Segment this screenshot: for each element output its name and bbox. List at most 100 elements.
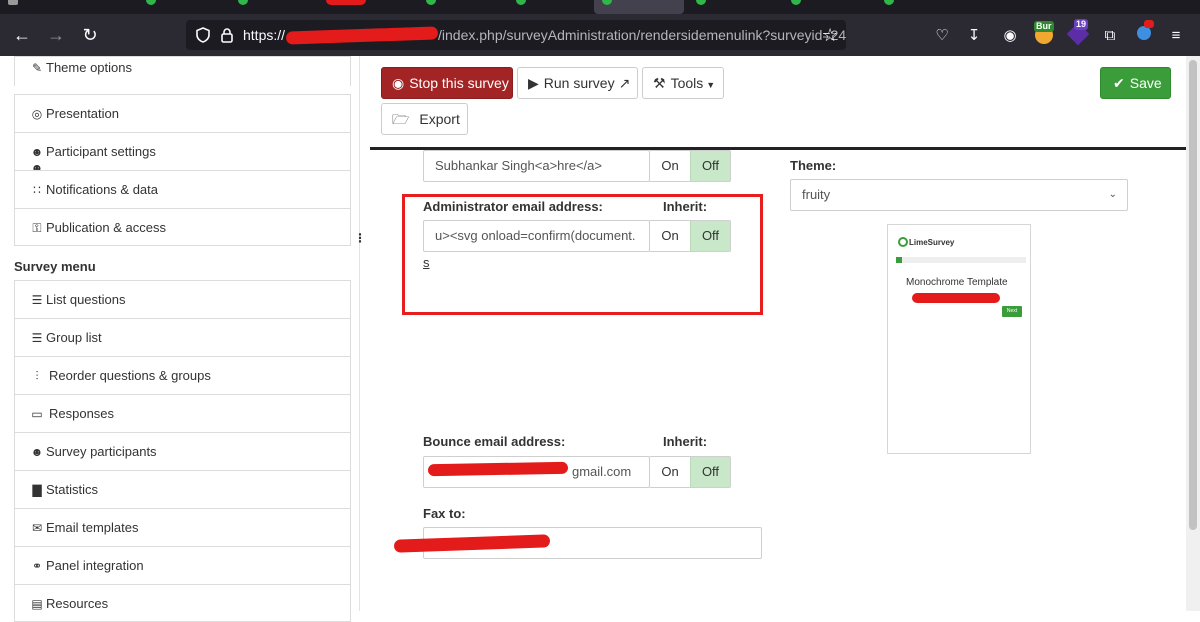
browser-tab[interactable] (2, 0, 26, 14)
main-content: ◉ Stop this survey ▶ Run survey ↗ ⚒ Tools ▼ 🗁… (362, 56, 1200, 611)
theme-preview-name: Monochrome Template (906, 277, 1008, 288)
toggle-on-option[interactable]: On (650, 151, 690, 181)
sidebar-item-label: Responses (49, 406, 115, 421)
menu-icon[interactable]: ≡ (1166, 26, 1186, 46)
browser-tab-active[interactable] (594, 0, 684, 14)
browser-tab[interactable] (320, 0, 372, 14)
sidebar-item-label: Presentation (46, 106, 119, 121)
sidebar-item-label: Email templates (46, 520, 139, 535)
toggle-off-option[interactable]: Off (690, 221, 730, 251)
url-bar[interactable]: https:// /index.php/surveyAdministration… (186, 20, 846, 50)
tab-favicon-icon (884, 0, 894, 5)
redaction-mark (427, 461, 569, 477)
browser-tab[interactable] (690, 0, 770, 14)
user-icon: ☻ (30, 445, 44, 459)
download-icon[interactable]: ↧ (964, 26, 984, 46)
url-path: /index.php/surveyAdministration/rendersi… (438, 27, 847, 43)
run-survey-button[interactable]: ▶ Run survey ↗ (517, 67, 638, 99)
sidebar-item-publication-access[interactable]: ⚿ Publication & access (14, 208, 351, 246)
shield-icon[interactable] (194, 26, 212, 44)
back-icon[interactable]: ← (10, 23, 34, 47)
comment-icon: ▭ (31, 407, 43, 421)
browser-tab[interactable] (420, 0, 500, 14)
sidebar-item-label: Panel integration (46, 558, 144, 573)
stop-survey-label: Stop this survey (409, 75, 509, 91)
file-icon: ▤ (31, 597, 43, 611)
stop-survey-button[interactable]: ◉ Stop this survey (381, 67, 513, 99)
sidebar-item-presentation[interactable]: ◎ Presentation (14, 94, 351, 132)
admin-name-input[interactable]: Subhankar Singh<a>hre</a> (423, 150, 650, 182)
users-icon: ☻☻ (30, 145, 44, 175)
pocket-icon[interactable]: ♡ (932, 26, 952, 46)
chevron-down-icon: ⌄ (1108, 189, 1117, 200)
scrollbar-thumb[interactable] (1189, 60, 1197, 530)
account-icon[interactable]: ◉ (1000, 26, 1020, 46)
theme-preview-brand: LimeSurvey (909, 238, 955, 247)
sidebar-item-participant-settings[interactable]: ☻☻ Participant settings (14, 132, 351, 175)
admin-name-inherit-toggle[interactable]: On Off (649, 150, 731, 182)
theme-select-value: fruity (802, 187, 831, 202)
sidebar-item-survey-participants[interactable]: ☻ Survey participants (14, 432, 351, 470)
browser-tab[interactable] (510, 0, 590, 14)
page-scrollbar[interactable] (1186, 56, 1200, 611)
envelope-icon: ✉ (31, 521, 43, 535)
window-controls[interactable] (1130, 0, 1190, 14)
admin-email-overflow-text: s (423, 255, 430, 270)
sidebar-item-list-questions[interactable]: ☰ List questions (14, 280, 351, 318)
burp-extension-icon[interactable]: Bur (1034, 21, 1054, 46)
theme-select[interactable]: fruity ⌄ (790, 179, 1128, 211)
bar-chart-icon: ▇ (32, 483, 42, 497)
lime-icon (898, 237, 908, 247)
lock-icon[interactable] (218, 26, 236, 44)
sidebar-item-label: Statistics (46, 482, 99, 497)
toggle-off-option[interactable]: Off (690, 457, 730, 487)
toggle-off-option[interactable]: Off (690, 151, 730, 181)
export-label: Export (419, 111, 460, 127)
sidebar-item-notifications-data[interactable]: ∷ Notifications & data (14, 170, 351, 208)
bounce-email-inherit-toggle[interactable]: On Off (649, 456, 731, 488)
play-icon: ▶ (528, 75, 539, 91)
sidebar-item-panel-integration[interactable]: ⚭ Panel integration (14, 546, 351, 584)
browser-tab[interactable] (140, 0, 220, 14)
sidebar-item-reorder-questions-groups[interactable]: ⫶ Reorder questions & groups (14, 356, 351, 394)
run-survey-label: Run survey (543, 75, 615, 91)
redaction-mark (285, 26, 439, 45)
sidebar-item-email-templates[interactable]: ✉ Email templates (14, 508, 351, 546)
fax-label: Fax to: (423, 506, 466, 521)
tab-favicon-icon (516, 0, 526, 5)
sidebar-item-group-list[interactable]: ☰ Group list (14, 318, 351, 356)
export-button[interactable]: 🗁 Export (381, 103, 468, 135)
sidebar-item-statistics[interactable]: ▇ Statistics (14, 470, 351, 508)
admin-email-inherit-toggle[interactable]: On Off (649, 220, 731, 252)
reorder-icon: ⫶ (35, 369, 39, 383)
save-label: Save (1129, 75, 1162, 91)
tab-redacted-icon (326, 0, 366, 5)
admin-email-input[interactable]: u><svg onload=confirm(document. (423, 220, 650, 252)
tab-menu-icon (8, 0, 18, 5)
link-icon: ⚭ (31, 559, 43, 573)
extension-icon[interactable]: 19 (1066, 19, 1090, 46)
sidebar-item-responses[interactable]: ▭ Responses (14, 394, 351, 432)
toggle-on-option[interactable]: On (650, 221, 690, 251)
brush-icon: ✎ (31, 61, 43, 75)
tools-dropdown-button[interactable]: ⚒ Tools ▼ (642, 67, 724, 99)
browser-tab[interactable] (878, 0, 958, 14)
save-button[interactable]: ✔ Save (1100, 67, 1171, 99)
browser-tab[interactable] (232, 0, 312, 14)
progress-bar (896, 257, 1026, 263)
extensions-puzzle-icon[interactable]: ⧉ (1100, 26, 1120, 46)
toggle-on-option[interactable]: On (650, 457, 690, 487)
bookmark-star-icon[interactable]: ☆ (822, 25, 838, 46)
browser-tab[interactable] (785, 0, 865, 14)
sidebar-item-label: Theme options (46, 60, 132, 75)
sidebar-item-resources[interactable]: ▤ Resources (14, 584, 351, 622)
url-scheme: https:// (243, 27, 286, 43)
sidebar-item-label: Resources (46, 596, 109, 611)
admin-email-inherit-label: Inherit: (663, 199, 708, 214)
key-icon: ⚿ (32, 221, 42, 235)
reload-icon[interactable]: ↻ (78, 23, 102, 47)
admin-email-label: Administrator email address: (423, 199, 603, 214)
extension-icon[interactable] (1134, 20, 1154, 46)
forward-icon[interactable]: → (44, 23, 68, 47)
sidebar-item-theme-options[interactable]: ✎ Theme options (14, 56, 351, 86)
